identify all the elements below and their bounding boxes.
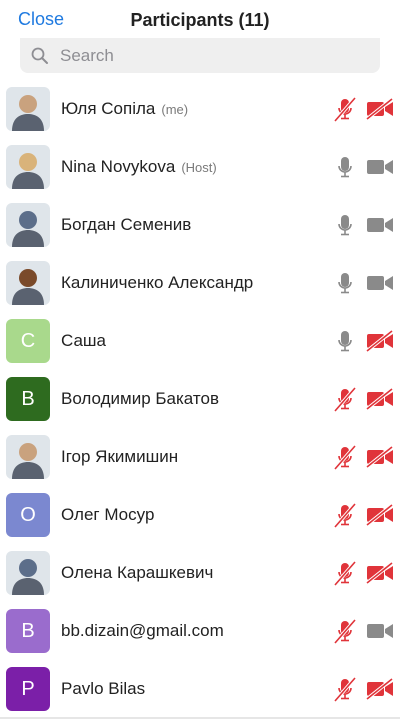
avatar-photo-icon	[6, 203, 50, 247]
avatar-photo-icon	[6, 551, 50, 595]
participant-name-text: Юля Сопіла	[61, 99, 156, 118]
participant-name-text: Богдан Семенив	[61, 215, 192, 234]
participant-name: Олег Мосур	[61, 486, 154, 544]
avatar: B	[6, 609, 50, 653]
avatar: P	[6, 667, 50, 711]
participant-name: Саша	[61, 312, 106, 370]
avatar-letter: C	[20, 329, 36, 352]
avatar: B	[6, 377, 50, 421]
participant-row[interactable]: Ігор Якимишин	[0, 428, 400, 486]
avatar-photo-icon	[6, 435, 50, 479]
mic-muted-icon[interactable]	[333, 676, 357, 702]
participant-row[interactable]: Nina Novykova (Host)	[0, 138, 400, 196]
video-icon[interactable]	[366, 156, 394, 178]
participant-name: Богдан Семенив	[61, 196, 191, 254]
participant-row[interactable]: Калиниченко Александр	[0, 254, 400, 312]
video-off-icon[interactable]	[366, 504, 394, 526]
participant-name: Pavlo Bilas	[61, 660, 145, 718]
video-off-icon[interactable]	[366, 98, 394, 120]
video-off-icon[interactable]	[366, 678, 394, 700]
video-off-icon[interactable]	[366, 388, 394, 410]
participant-name: Юля Сопіла (me)	[61, 80, 188, 138]
mic-muted-icon[interactable]	[333, 444, 357, 470]
participant-name-text: Pavlo Bilas	[61, 679, 146, 698]
avatar-photo-icon	[6, 87, 50, 131]
participant-row[interactable]: P Pavlo Bilas	[0, 660, 400, 718]
search-bar[interactable]	[20, 38, 380, 73]
video-off-icon[interactable]	[366, 562, 394, 584]
participant-name-text: Калиниченко Александр	[61, 273, 254, 292]
header-bar: Close Participants (11)	[0, 0, 400, 40]
participant-name: Ігор Якимишин	[61, 428, 178, 486]
video-icon[interactable]	[366, 214, 394, 236]
video-icon[interactable]	[366, 620, 394, 642]
participant-name-text: Олена Карашкевич	[61, 563, 214, 582]
participant-name-text: Володимир Бакатов	[61, 389, 219, 408]
participant-row[interactable]: B Володимир Бакатов	[0, 370, 400, 428]
mic-icon[interactable]	[333, 212, 357, 238]
participant-name: Nina Novykova (Host)	[61, 138, 217, 196]
participant-name: bb.dizain@gmail.com	[61, 602, 224, 660]
search-input[interactable]	[58, 44, 362, 67]
participant-row[interactable]: Олена Карашкевич	[0, 544, 400, 602]
mic-icon[interactable]	[333, 154, 357, 180]
video-off-icon[interactable]	[366, 446, 394, 468]
avatar-letter: O	[20, 503, 36, 526]
participant-name-text: Олег Мосур	[61, 505, 155, 524]
participant-name: Олена Карашкевич	[61, 544, 213, 602]
participant-name-text: Ігор Якимишин	[61, 447, 179, 466]
avatar: C	[6, 319, 50, 363]
participant-row[interactable]: Богдан Семенив	[0, 196, 400, 254]
participant-name-text: bb.dizain@gmail.com	[61, 621, 224, 640]
mic-muted-icon[interactable]	[333, 96, 357, 122]
mic-muted-icon[interactable]	[333, 386, 357, 412]
mic-icon[interactable]	[333, 270, 357, 296]
avatar: O	[6, 493, 50, 537]
participants-list: Юля Сопіла (me) Nina Novykova (Host) Богдан …	[0, 80, 400, 718]
avatar-photo-icon	[6, 145, 50, 189]
participant-row[interactable]: C Саша	[0, 312, 400, 370]
close-button[interactable]: Close	[18, 9, 64, 30]
video-icon[interactable]	[366, 272, 394, 294]
participant-row[interactable]: Bbb.dizain@gmail.com	[0, 602, 400, 660]
video-off-icon[interactable]	[366, 330, 394, 352]
participant-row[interactable]: O Олег Мосур	[0, 486, 400, 544]
mic-muted-icon[interactable]	[333, 560, 357, 586]
participant-name-text: Саша	[61, 331, 107, 350]
participant-name: Володимир Бакатов	[61, 370, 219, 428]
page-title: Participants (11)	[130, 9, 270, 30]
participant-row[interactable]: Юля Сопіла (me)	[0, 80, 400, 138]
avatar-letter: B	[21, 619, 35, 642]
avatar-letter: P	[21, 677, 35, 700]
avatar-photo-icon	[6, 261, 50, 305]
participant-role-tag: (me)	[161, 101, 189, 117]
mic-muted-icon[interactable]	[333, 618, 357, 644]
mic-icon[interactable]	[333, 328, 357, 354]
participant-name: Калиниченко Александр	[61, 254, 253, 312]
participant-role-tag: (Host)	[181, 159, 217, 175]
mic-muted-icon[interactable]	[333, 502, 357, 528]
participant-name-text: Nina Novykova	[61, 157, 176, 176]
search-icon	[31, 47, 48, 64]
avatar-letter: B	[21, 387, 35, 410]
